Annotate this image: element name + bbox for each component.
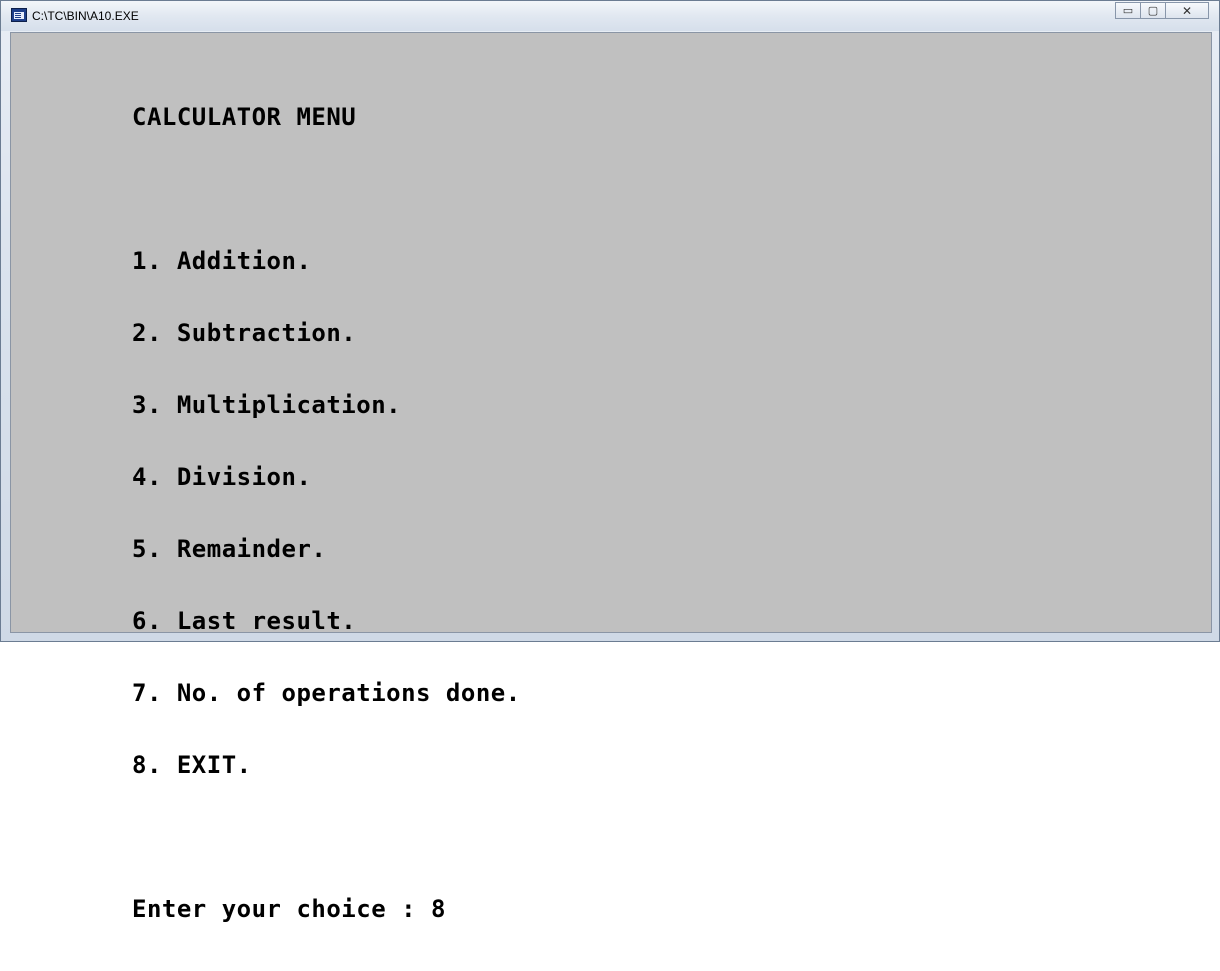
maximize-button[interactable]: ▢	[1140, 2, 1166, 19]
menu-heading: CALCULATOR MENU	[132, 103, 357, 131]
choice-prompt: Enter your choice : 8	[132, 895, 446, 923]
console-output-area[interactable]: CALCULATOR MENU 1. Addition. 2. Subtract…	[10, 32, 1212, 921]
menu-item-division: 4. Division.	[132, 463, 312, 491]
window-title: C:\TC\BIN\A10.EXE	[32, 9, 139, 23]
menu-item-addition: 1. Addition.	[132, 247, 312, 275]
close-icon: ✕	[1181, 3, 1193, 18]
minimize-button[interactable]: ▭	[1115, 2, 1141, 19]
menu-item-operations-count: 7. No. of operations done.	[132, 679, 521, 707]
console-app-icon[interactable]	[11, 8, 27, 22]
window-controls: ▭ ▢ ✕	[1115, 2, 1209, 20]
menu-item-subtraction: 2. Subtraction.	[132, 319, 357, 347]
close-button[interactable]: ✕	[1165, 2, 1209, 19]
title-bar[interactable]: C:\TC\BIN\A10.EXE ▭ ▢ ✕	[1, 1, 1219, 31]
minimize-icon: ▭	[1122, 4, 1134, 17]
maximize-icon: ▢	[1147, 4, 1159, 17]
menu-item-exit: 8. EXIT.	[132, 751, 252, 779]
menu-item-multiplication: 3. Multiplication.	[132, 391, 402, 419]
menu-item-last-result: 6. Last result.	[132, 607, 357, 635]
console-text: CALCULATOR MENU 1. Addition. 2. Subtract…	[132, 57, 521, 969]
console-window: C:\TC\BIN\A10.EXE ▭ ▢ ✕ CALCULATOR MENU …	[0, 0, 1220, 921]
menu-item-remainder: 5. Remainder.	[132, 535, 327, 563]
